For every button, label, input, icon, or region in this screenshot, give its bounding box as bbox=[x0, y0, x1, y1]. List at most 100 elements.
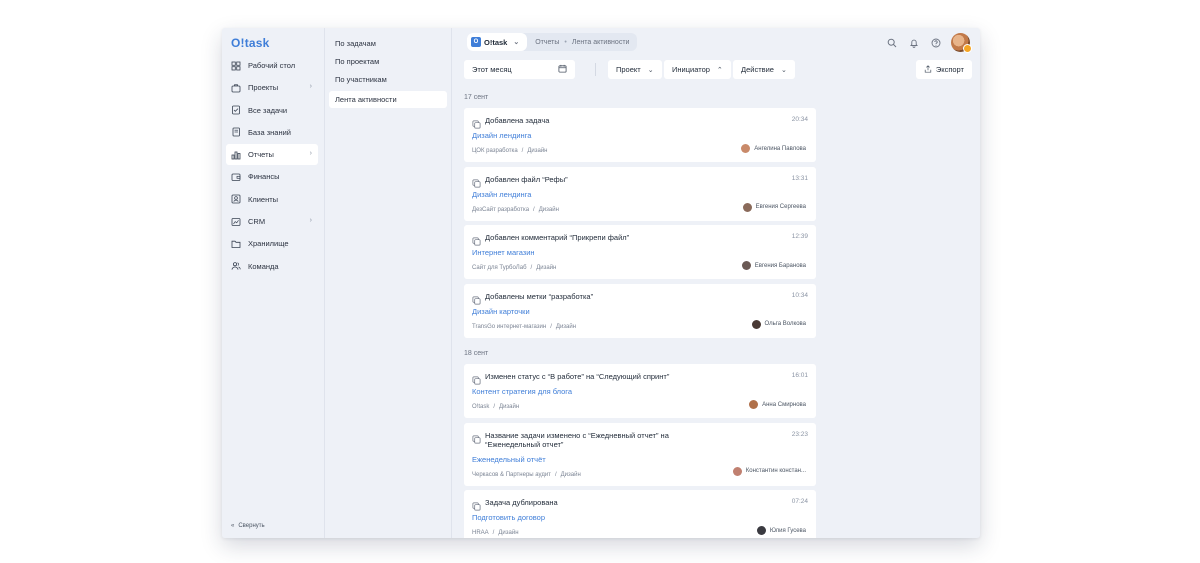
path-separator: / bbox=[492, 530, 495, 536]
task-link[interactable]: Еженедельный отчёт bbox=[472, 455, 546, 464]
project-link[interactable]: ДезСайт разработка bbox=[472, 207, 529, 213]
activity-user[interactable]: Евгения Сергеева bbox=[742, 202, 806, 212]
activity-card[interactable]: Добавлен файл “Рефы” 13:31 Дизайн лендинга… bbox=[464, 166, 816, 221]
search-icon[interactable] bbox=[885, 36, 899, 50]
activity-user[interactable]: Ольга Волкова bbox=[751, 319, 806, 329]
sidebar-item-1[interactable]: Проекты › bbox=[226, 77, 318, 98]
project-path: O!task / Дизайн bbox=[472, 404, 519, 410]
activity-title-line: Задача дублирована bbox=[485, 498, 558, 507]
breadcrumb-item-reports[interactable]: Отчеты bbox=[535, 39, 559, 46]
sidebar-item-0[interactable]: Рабочий стол bbox=[226, 55, 318, 76]
action-filter-dropdown[interactable]: Действие ⌄ bbox=[733, 60, 795, 79]
subnav-item-1[interactable]: По проектам bbox=[329, 53, 447, 70]
activity-card[interactable]: Добавлена задача 20:34 Дизайн лендинга ЦОК … bbox=[464, 108, 816, 162]
project-path: Сайт для ТурбоЛаб / Дизайн bbox=[472, 265, 556, 271]
period-picker[interactable]: Этот месяц bbox=[464, 60, 575, 79]
task-link[interactable]: Дизайн карточки bbox=[472, 307, 530, 316]
user-avatar bbox=[741, 144, 751, 153]
activity-card[interactable]: Название задачи изменено с “Ежедневный о… bbox=[464, 422, 816, 486]
task-link[interactable]: Интернет магазин bbox=[472, 248, 535, 257]
activity-user[interactable]: Юлия Гусева bbox=[756, 526, 806, 535]
user-avatar[interactable] bbox=[951, 33, 972, 53]
workspace-logo-icon: O bbox=[471, 37, 481, 47]
activity-title-line: Добавлены метки “разработка” bbox=[485, 291, 594, 301]
user-name: Юлия Гусева bbox=[769, 527, 806, 534]
double-chevron-left-icon: « bbox=[231, 523, 235, 529]
sidebar-item-label: Финансы bbox=[248, 172, 280, 182]
project-link[interactable]: TransGo интернет-магазин bbox=[472, 324, 546, 330]
activity-user[interactable]: Евгения Баранова bbox=[741, 261, 806, 270]
sidebar-item-label: CRM bbox=[248, 217, 266, 227]
export-icon bbox=[924, 64, 932, 75]
user-name: Евгения Баранова bbox=[754, 262, 806, 269]
user-avatar bbox=[749, 400, 759, 409]
section-link[interactable]: Дизайн bbox=[539, 207, 559, 213]
bell-icon[interactable] bbox=[907, 36, 921, 50]
task-link[interactable]: Дизайн лендинга bbox=[472, 131, 531, 140]
task-link[interactable]: Контент стратегия для блога bbox=[472, 387, 572, 396]
sidebar-item-7[interactable]: CRM › bbox=[226, 211, 318, 232]
project-link[interactable]: O!task bbox=[472, 404, 489, 410]
app-logo[interactable]: O!task bbox=[231, 36, 270, 50]
task-link[interactable]: Подготовить договор bbox=[472, 513, 545, 522]
activity-card[interactable]: Добавлен комментарий “Прикрепи файл” 12:3… bbox=[464, 225, 816, 279]
sidebar-item-5[interactable]: Финансы bbox=[226, 166, 318, 187]
copy-icon bbox=[472, 116, 481, 129]
chevron-up-icon: ⌃ bbox=[716, 66, 723, 74]
project-filter-dropdown[interactable]: Проект ⌄ bbox=[608, 60, 662, 79]
sidebar-item-8[interactable]: Хранилище bbox=[226, 233, 318, 254]
project-link[interactable]: HRAA bbox=[472, 530, 489, 536]
activity-title: Название задачи изменено с “Ежедневный о… bbox=[485, 431, 669, 450]
activity-user[interactable]: Ангелина Павлова bbox=[741, 144, 806, 153]
activity-title-line: “Еженедельный отчет” bbox=[485, 440, 564, 449]
project-filter-label: Проект bbox=[616, 65, 641, 74]
project-link[interactable]: Сайт для ТурбоЛаб bbox=[472, 265, 527, 271]
copy-icon bbox=[472, 233, 481, 246]
activity-user[interactable]: Константин констан... bbox=[732, 466, 806, 476]
sidebar-item-4[interactable]: Отчеты › bbox=[226, 144, 318, 166]
sidebar-item-9[interactable]: Команда bbox=[226, 256, 318, 277]
section-link[interactable]: Дизайн bbox=[499, 404, 519, 410]
workspace-switcher[interactable]: O O!task ⌄ bbox=[467, 33, 528, 51]
sidebar-item-3[interactable]: База знаний bbox=[226, 122, 318, 143]
sidebar-item-label: Отчеты bbox=[248, 150, 274, 160]
sidebar-item-6[interactable]: Клиенты bbox=[226, 189, 318, 210]
chevron-down-icon: ⌄ bbox=[647, 66, 654, 74]
breadcrumb-item-current: Лента активности bbox=[571, 38, 630, 46]
user-avatar bbox=[741, 261, 751, 270]
subnav-item-3[interactable]: Лента активности bbox=[329, 91, 447, 108]
activity-card[interactable]: Изменен статус с “В работе” на “Следующи… bbox=[464, 364, 816, 418]
collapse-sidebar-button[interactable]: « Свернуть bbox=[231, 523, 265, 529]
reports-subnav: По задачам По проектам По участникам Лента … bbox=[325, 28, 452, 538]
section-link[interactable]: Дизайн bbox=[498, 530, 518, 536]
project-link[interactable]: Черкасов & Партнеры аудит bbox=[472, 472, 551, 478]
help-icon[interactable] bbox=[929, 36, 943, 50]
export-button[interactable]: Экспорт bbox=[915, 60, 972, 79]
sidebar-item-label: Рабочий стол bbox=[248, 61, 296, 70]
activity-card[interactable]: Задача дублирована 07:24 Подготовить догов… bbox=[464, 490, 816, 538]
subnav-item-0[interactable]: По задачам bbox=[329, 35, 447, 52]
user-name: Константин констан... bbox=[745, 468, 806, 474]
copy-icon bbox=[472, 372, 481, 385]
section-link[interactable]: Дизайн bbox=[527, 148, 547, 154]
section-link[interactable]: Дизайн bbox=[556, 324, 576, 330]
breadcrumb-separator: • bbox=[564, 38, 567, 46]
section-link[interactable]: Дизайн bbox=[536, 265, 556, 271]
workspace-name: O!task bbox=[484, 37, 508, 47]
user-name: Ольга Волкова bbox=[764, 321, 806, 327]
initiator-filter-dropdown[interactable]: Инициатор ⌃ bbox=[664, 60, 731, 79]
activity-card[interactable]: Добавлены метки “разработка” 10:34 Дизайн … bbox=[464, 283, 816, 338]
user-name: Анна Смирнова bbox=[762, 401, 806, 408]
section-link[interactable]: Дизайн bbox=[561, 472, 581, 478]
path-separator: / bbox=[521, 148, 524, 154]
project-link[interactable]: ЦОК разработка bbox=[472, 148, 518, 154]
date-group-header: 17 сент bbox=[464, 93, 489, 101]
chart-icon bbox=[230, 149, 242, 161]
sidebar-item-2[interactable]: Все задачи bbox=[226, 100, 318, 121]
activity-title: Задача дублирована bbox=[485, 498, 558, 507]
task-link[interactable]: Дизайн лендинга bbox=[472, 190, 531, 199]
sidebar-item-label: Проекты bbox=[248, 83, 279, 93]
activity-user[interactable]: Анна Смирнова bbox=[749, 400, 806, 409]
activity-time: 23:23 bbox=[791, 430, 808, 438]
subnav-item-2[interactable]: По участникам bbox=[329, 71, 447, 88]
